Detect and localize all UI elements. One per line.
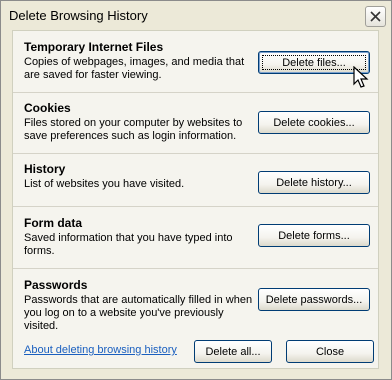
close-window-button[interactable]	[365, 6, 386, 27]
about-deleting-history-link[interactable]: About deleting browsing history	[24, 344, 177, 356]
delete-forms-button[interactable]: Delete forms...	[258, 224, 370, 247]
delete-all-button[interactable]: Delete all...	[194, 340, 272, 363]
section-desc-passwords: Passwords that are automatically filled …	[24, 294, 253, 332]
delete-history-button[interactable]: Delete history...	[258, 171, 370, 194]
delete-browsing-history-dialog: Delete Browsing History Temporary Intern…	[0, 0, 392, 380]
separator	[13, 92, 378, 93]
section-desc-cookies: Files stored on your computer by website…	[24, 117, 243, 142]
section-title-passwords: Passwords	[24, 278, 88, 292]
title-bar: Delete Browsing History	[1, 1, 391, 31]
section-title-temp-files: Temporary Internet Files	[24, 40, 164, 54]
window-title: Delete Browsing History	[9, 8, 148, 23]
mouse-pointer-icon	[353, 66, 369, 88]
separator	[13, 268, 378, 269]
close-button[interactable]: Close	[286, 340, 374, 363]
section-title-history: History	[24, 162, 66, 176]
section-desc-history: List of websites you have visited.	[24, 178, 185, 190]
section-title-cookies: Cookies	[24, 101, 71, 115]
delete-cookies-button[interactable]: Delete cookies...	[258, 111, 370, 134]
close-icon	[370, 11, 381, 22]
section-title-form-data: Form data	[24, 216, 83, 230]
section-desc-form-data: Saved information that you have typed in…	[24, 232, 233, 257]
section-desc-temp-files: Copies of webpages, images, and media th…	[24, 56, 245, 81]
separator	[13, 206, 378, 207]
separator	[13, 153, 378, 154]
delete-passwords-button[interactable]: Delete passwords...	[258, 288, 370, 311]
